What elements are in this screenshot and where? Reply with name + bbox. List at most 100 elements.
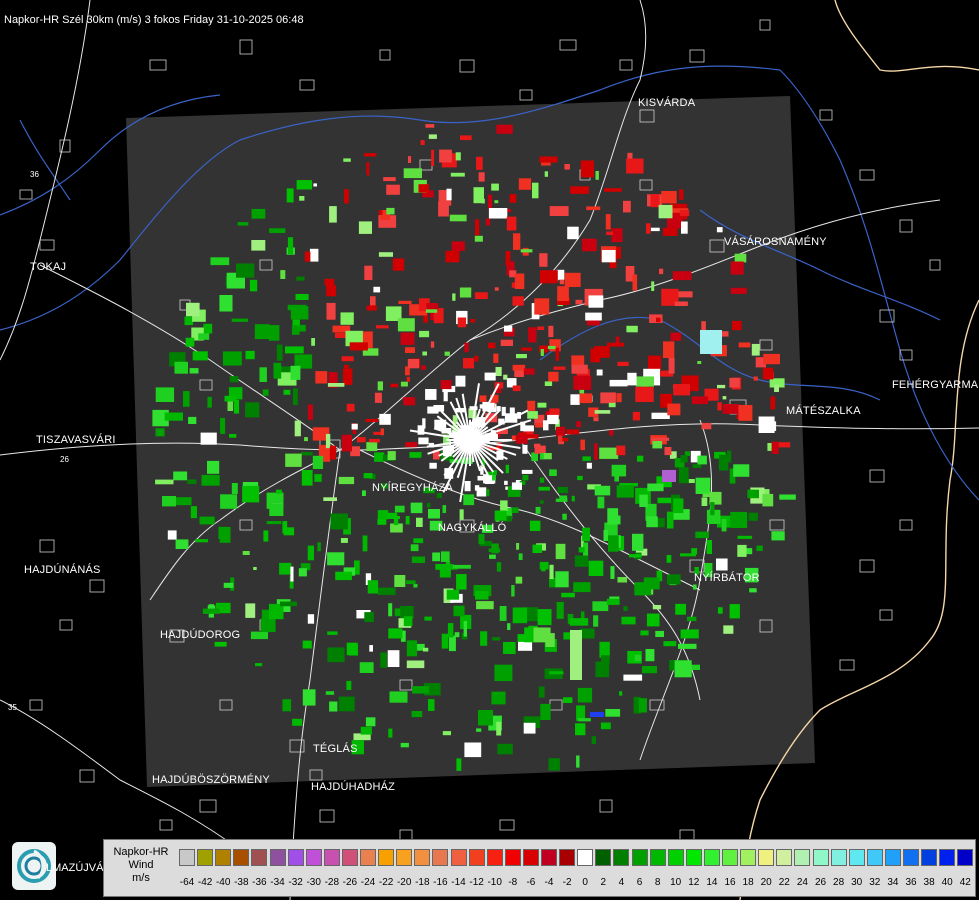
echo-cell <box>615 336 620 344</box>
echo-cell <box>327 552 345 566</box>
echo-cell <box>405 516 410 525</box>
echo-cell <box>632 274 638 291</box>
echo-cell <box>311 338 315 346</box>
echo-cell <box>646 223 651 234</box>
echo-cell <box>680 455 688 463</box>
city-label-tokaj: TOKAJ <box>30 261 67 273</box>
echo-cell <box>702 493 716 497</box>
echo-cell <box>307 404 313 420</box>
echo-cell <box>418 184 429 193</box>
echo-cell <box>317 542 321 552</box>
echo-cell <box>591 736 596 744</box>
echo-cell <box>344 364 349 369</box>
echo-cell <box>503 374 508 380</box>
echo-cell <box>236 263 255 278</box>
echo-cell <box>626 158 644 174</box>
echo-cell <box>397 318 415 332</box>
legend-swatch <box>233 849 250 866</box>
echo-cell <box>425 309 438 313</box>
echo-cell <box>527 400 536 411</box>
echo-cell <box>539 477 545 483</box>
echo-cell <box>729 604 740 619</box>
echo-cell <box>716 227 723 233</box>
echo-cell <box>445 250 460 263</box>
echo-cell <box>679 210 690 217</box>
legend-tick-label: -28 <box>324 877 340 888</box>
echo-cell <box>539 270 558 284</box>
echo-cell <box>457 317 467 328</box>
echo-cell <box>594 443 598 460</box>
legend-tick-label: -42 <box>197 877 213 888</box>
echo-cell <box>674 660 692 678</box>
echo-cell <box>527 411 538 419</box>
legend-swatch <box>703 849 720 866</box>
echo-cell <box>771 441 779 454</box>
echo-cell <box>721 519 727 532</box>
echo-cell <box>668 357 675 374</box>
city-label-kisvarda: KISVÁRDA <box>638 97 696 109</box>
echo-cell <box>623 200 631 213</box>
echo-cell <box>377 510 389 520</box>
echo-cell <box>425 389 437 400</box>
echo-cell <box>491 543 499 554</box>
echo-cell <box>523 368 535 375</box>
legend-swatch <box>486 849 503 866</box>
echo-cell <box>463 358 474 369</box>
echo-cell <box>452 564 471 569</box>
echo-cell <box>556 602 564 619</box>
echo-cell <box>162 496 176 507</box>
legend-swatch <box>287 849 304 866</box>
echo-cell <box>365 418 379 422</box>
echo-cell <box>302 689 316 706</box>
echo-cell <box>330 513 348 530</box>
echo-cell <box>637 455 644 462</box>
echo-cell <box>544 381 553 386</box>
legend-swatch <box>197 849 214 866</box>
legend-tick-label: 14 <box>706 877 718 888</box>
legend-swatch <box>595 849 612 866</box>
echo-cell <box>224 395 237 402</box>
echo-cell <box>770 396 776 410</box>
echo-cell <box>663 341 675 358</box>
echo-cell <box>533 627 551 643</box>
echo-cell <box>643 577 660 590</box>
echo-cell <box>555 347 559 361</box>
echo-cell <box>405 347 415 353</box>
echo-cell <box>730 261 744 275</box>
echo-cell <box>410 544 419 552</box>
legend-swatch <box>903 849 919 866</box>
echo-cell <box>573 582 591 593</box>
echo-cell <box>324 278 335 286</box>
echo-cell <box>413 583 418 588</box>
echo-cell <box>646 516 658 528</box>
echo-cell <box>593 417 599 422</box>
echo-cell <box>377 381 383 391</box>
echo-cell <box>484 372 496 381</box>
echo-cell <box>595 171 599 180</box>
legend-swatch <box>722 849 738 866</box>
echo-cell <box>539 500 544 504</box>
echo-cell <box>581 238 597 252</box>
echo-cell <box>697 361 702 364</box>
echo-cell <box>389 691 408 703</box>
legend-tick-label: 34 <box>887 877 899 888</box>
echo-cell <box>509 407 515 416</box>
echo-cell <box>428 509 440 519</box>
legend-swatch <box>450 849 467 866</box>
echo-cell <box>717 402 722 411</box>
legend-tick-label: -16 <box>433 877 448 888</box>
legend-tick-label: -30 <box>306 877 321 888</box>
echo-cell <box>756 545 763 551</box>
echo-cell <box>474 355 479 362</box>
echo-cell <box>229 376 239 383</box>
echo-cell <box>195 539 209 543</box>
echo-cell <box>562 697 573 703</box>
echo-cell <box>266 521 282 525</box>
echo-cell <box>440 551 450 562</box>
legend-tick-label: 20 <box>760 877 772 888</box>
echo-cell <box>701 422 712 430</box>
echo-cell <box>425 124 435 128</box>
legend-swatch <box>215 849 232 866</box>
echo-cell <box>251 208 266 219</box>
echo-cell <box>605 709 621 717</box>
